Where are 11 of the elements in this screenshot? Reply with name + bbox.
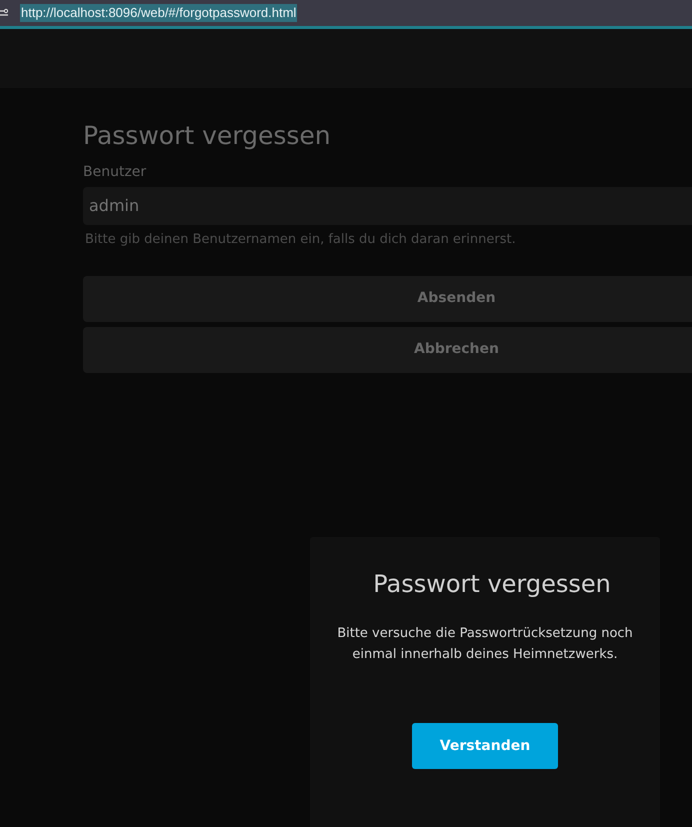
page-title: Passwort vergessen: [83, 120, 332, 152]
dialog-message: Bitte versuche die Passwortrücksetzung noch einmal innerhalb deines Heimnetzwerks.: [336, 625, 634, 664]
submit-button[interactable]: Absenden: [83, 276, 692, 322]
field-hint: Bitte gib deinen Benutzernamen ein, falls du dich daran erinnerst.: [85, 231, 517, 249]
dialog-title: Passwort vergessen: [373, 569, 611, 600]
username-field[interactable]: admin: [83, 187, 692, 225]
field-label: Benutzer: [83, 163, 148, 182]
url-text[interactable]: http://localhost:8096/web/#/forgotpassword.html: [20, 4, 298, 22]
confirm-button[interactable]: Verstanden: [412, 723, 558, 769]
site-info-icon[interactable]: [0, 8, 8, 18]
cancel-button[interactable]: Abbrechen: [83, 326, 692, 372]
